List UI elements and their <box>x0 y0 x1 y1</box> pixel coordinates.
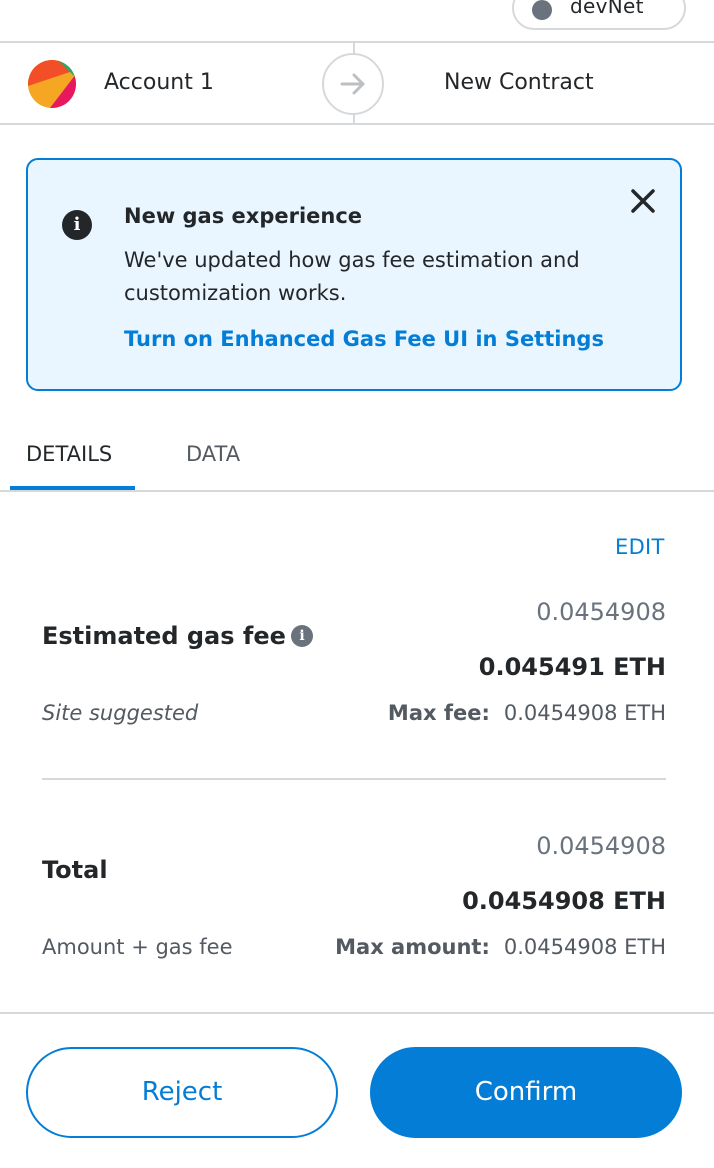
total-secondary-value: 0.0454908 <box>536 832 666 860</box>
gas-experience-notice: i New gas experience We've updated how g… <box>26 158 682 391</box>
confirm-button[interactable]: Confirm <box>370 1047 682 1138</box>
tab-details[interactable]: DETAILS <box>26 442 112 466</box>
max-amount-value: 0.0454908 ETH <box>503 935 666 959</box>
tab-data[interactable]: DATA <box>186 442 240 466</box>
gas-fee-info-icon[interactable]: i <box>291 625 313 647</box>
total-subtitle: Amount + gas fee <box>42 935 233 959</box>
info-icon: i <box>62 210 92 240</box>
network-status-dot <box>532 0 552 20</box>
max-fee-line: Max fee: 0.0454908 ETH <box>388 701 666 725</box>
close-icon[interactable] <box>628 186 658 216</box>
sender-recipient-bar: Account 1 New Contract <box>0 41 714 125</box>
sender-account-name[interactable]: Account 1 <box>104 70 214 95</box>
gas-fee-secondary-value: 0.0454908 <box>536 598 666 626</box>
notice-title: New gas experience <box>124 204 363 228</box>
total-label: Total <box>42 856 108 884</box>
network-label: devNet <box>570 0 644 18</box>
enhanced-gas-settings-link[interactable]: Turn on Enhanced Gas Fee UI in Settings <box>124 327 604 351</box>
max-fee-label: Max fee: <box>387 701 490 725</box>
gas-fee-label: Estimated gas fee <box>42 622 286 650</box>
tabs-divider <box>0 490 714 492</box>
recipient-name: New Contract <box>444 70 594 95</box>
account-avatar-icon <box>28 60 76 108</box>
footer-divider <box>0 1012 714 1014</box>
edit-gas-button[interactable]: EDIT <box>615 535 665 559</box>
reject-button[interactable]: Reject <box>26 1047 338 1138</box>
max-amount-line: Max amount: 0.0454908 ETH <box>335 935 666 959</box>
gas-fee-primary-value: 0.045491 ETH <box>478 653 666 681</box>
max-fee-value: 0.0454908 ETH <box>503 701 666 725</box>
gas-fee-source-note: Site suggested <box>42 701 199 725</box>
arrow-right-icon <box>322 53 384 115</box>
network-selector[interactable]: devNet <box>512 0 686 30</box>
notice-body: We've updated how gas fee estimation and… <box>124 248 580 305</box>
max-amount-label: Max amount: <box>335 935 490 959</box>
section-divider <box>42 778 666 780</box>
total-primary-value: 0.0454908 ETH <box>462 887 666 915</box>
